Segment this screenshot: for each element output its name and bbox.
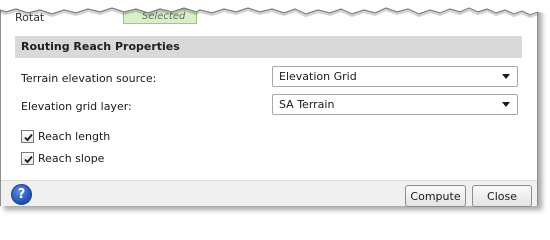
chevron-down-icon <box>502 102 510 107</box>
grid-layer-value: SA Terrain <box>279 98 335 111</box>
compute-button[interactable]: Compute <box>405 185 466 207</box>
grid-layer-label: Elevation grid layer: <box>21 100 132 113</box>
reach-length-option[interactable]: Reach length <box>21 129 110 143</box>
checkmark-icon <box>24 133 33 141</box>
grid-layer-select[interactable]: SA Terrain <box>272 94 518 115</box>
reach-length-label: Reach length <box>38 129 111 143</box>
section-header: Routing Reach Properties <box>15 36 522 58</box>
terrain-source-select[interactable]: Elevation Grid <box>272 66 518 87</box>
selected-tag: Selected <box>123 9 197 24</box>
top-partial-label: Rotat <box>15 11 45 24</box>
terrain-source-value: Elevation Grid <box>279 70 357 83</box>
reach-slope-checkbox[interactable] <box>21 151 34 165</box>
terrain-source-label: Terrain elevation source: <box>21 72 157 85</box>
reach-slope-option[interactable]: Reach slope <box>21 151 104 165</box>
routing-reach-dialog: Rotat Selected Routing Reach Properties … <box>0 0 538 207</box>
close-button[interactable]: Close <box>472 185 532 207</box>
chevron-down-icon <box>502 74 510 79</box>
reach-slope-label: Reach slope <box>38 151 105 165</box>
reach-length-checkbox[interactable] <box>21 129 34 143</box>
checkmark-icon <box>24 155 33 163</box>
help-icon[interactable]: ? <box>11 184 32 205</box>
